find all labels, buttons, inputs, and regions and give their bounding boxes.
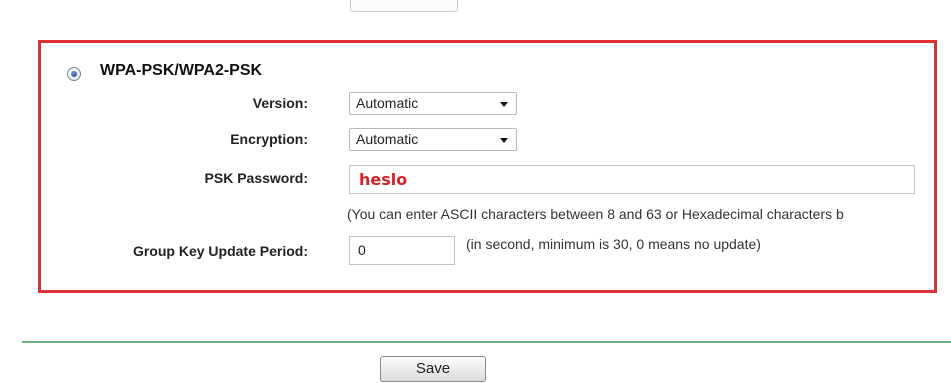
previous-field-box[interactable]	[350, 0, 458, 12]
psk-password-input[interactable]: heslo	[349, 165, 915, 194]
psk-password-hint: (You can enter ASCII characters between …	[347, 206, 844, 222]
group-key-update-input[interactable]: 0	[349, 236, 455, 265]
psk-password-hint-container: (You can enter ASCII characters between …	[347, 206, 936, 226]
group-key-update-label: Group Key Update Period:	[132, 243, 308, 259]
encryption-value: Automatic	[356, 131, 419, 147]
wpa-psk-radio[interactable]	[67, 67, 81, 81]
chevron-down-icon	[500, 138, 508, 143]
section-separator	[22, 341, 951, 343]
radio-selected-dot	[71, 71, 77, 77]
group-key-update-hint: (in second, minimum is 30, 0 means no up…	[466, 236, 761, 252]
encryption-label: Encryption:	[230, 131, 308, 147]
version-label: Version:	[252, 95, 308, 111]
psk-password-value: heslo	[359, 170, 408, 189]
encryption-select[interactable]: Automatic	[349, 128, 517, 151]
chevron-down-icon	[500, 102, 508, 107]
save-button[interactable]: Save	[380, 356, 486, 382]
psk-password-label: PSK Password:	[204, 170, 308, 186]
security-mode-label: WPA-PSK/WPA2-PSK	[100, 62, 263, 79]
group-key-update-value: 0	[358, 242, 366, 258]
version-select[interactable]: Automatic	[349, 92, 517, 115]
version-value: Automatic	[356, 95, 419, 111]
